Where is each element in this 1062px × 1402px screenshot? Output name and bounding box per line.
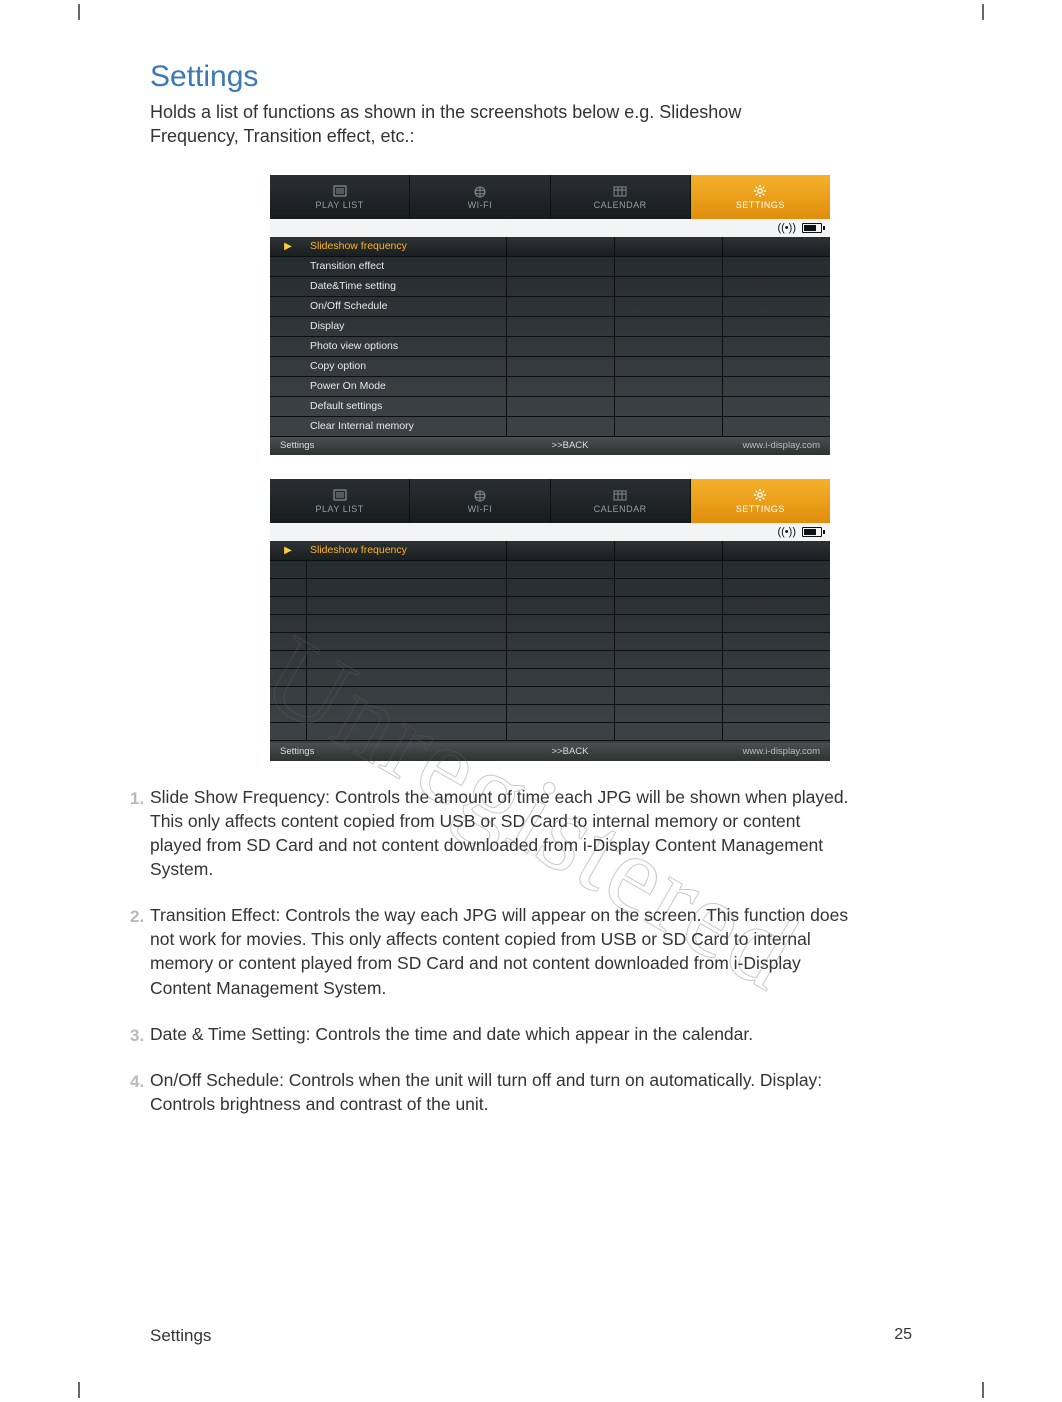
settings-list: ▶Slideshow frequency▶Transition effect▶D… <box>270 237 830 437</box>
tab-label: WI-FI <box>468 504 493 514</box>
settings-row[interactable]: ▶Power On Mode <box>270 377 830 397</box>
footer-url: www.i-display.com <box>680 746 820 757</box>
settings-row-label: Display <box>306 320 506 332</box>
settings-row[interactable]: ▶Display <box>270 317 830 337</box>
settings-screenshot-2: PLAY LIST WI-FI CALENDAR SETTINGS ((•)) … <box>270 479 830 761</box>
settings-row[interactable]: ▶Date&Time setting <box>270 277 830 297</box>
page-footer: Settings 25 <box>150 1326 912 1346</box>
wifi-signal-icon: ((•)) <box>777 222 796 234</box>
page-number: 25 <box>894 1326 912 1346</box>
settings-row[interactable]: ▶Photo view options <box>270 337 830 357</box>
tab-label: WI-FI <box>468 200 493 210</box>
wifi-signal-icon: ((•)) <box>777 526 796 538</box>
tab-label: CALENDAR <box>594 504 647 514</box>
tab-wifi[interactable]: WI-FI <box>410 479 550 523</box>
settings-row-label: Date&Time setting <box>306 280 506 292</box>
description-list: Slide Show Frequency: Controls the amoun… <box>150 785 850 1117</box>
settings-row[interactable]: ▶Copy option <box>270 357 830 377</box>
footer-left: Settings <box>280 440 460 451</box>
tab-bar: PLAY LIST WI-FI CALENDAR SETTINGS <box>270 175 830 219</box>
tab-settings[interactable]: SETTINGS <box>691 175 830 219</box>
back-button[interactable]: >>BACK <box>460 746 680 757</box>
empty-grid <box>270 561 830 743</box>
footer-section-name: Settings <box>150 1326 211 1346</box>
settings-row[interactable]: ▶On/Off Schedule <box>270 297 830 317</box>
status-bar: ((•)) <box>270 219 830 237</box>
description-item: On/Off Schedule: Controls when the unit … <box>150 1068 850 1116</box>
settings-row-label: Transition effect <box>306 260 506 272</box>
battery-icon <box>802 527 822 537</box>
page-intro: Holds a list of functions as shown in th… <box>150 100 830 149</box>
description-item: Transition Effect: Controls the way each… <box>150 903 850 1000</box>
page-title: Settings <box>150 60 972 94</box>
wifi-icon <box>472 184 488 198</box>
status-bar: ((•)) <box>270 523 830 541</box>
playlist-icon <box>332 184 348 198</box>
selection-arrow-icon: ▶ <box>270 241 306 252</box>
settings-screenshot-1: PLAY LIST WI-FI CALENDAR SETTINGS ((•)) … <box>270 175 830 455</box>
tab-label: CALENDAR <box>594 200 647 210</box>
tab-calendar[interactable]: CALENDAR <box>551 479 691 523</box>
tab-wifi[interactable]: WI-FI <box>410 175 550 219</box>
settings-row[interactable]: ▶Clear Internal memory <box>270 417 830 437</box>
gear-icon <box>752 488 768 502</box>
tab-label: PLAY LIST <box>316 504 364 514</box>
tab-playlist[interactable]: PLAY LIST <box>270 479 410 523</box>
settings-row-label: Slideshow frequency <box>306 240 506 252</box>
tab-label: PLAY LIST <box>316 200 364 210</box>
settings-row-label: On/Off Schedule <box>306 300 506 312</box>
footer-left: Settings <box>280 746 460 757</box>
screen-footer: Settings >>BACK www.i-display.com <box>270 743 830 761</box>
settings-row-label: Photo view options <box>306 340 506 352</box>
description-item: Date & Time Setting: Controls the time a… <box>150 1022 850 1046</box>
settings-row[interactable]: ▶Slideshow frequency <box>270 541 830 561</box>
tab-label: SETTINGS <box>736 200 785 210</box>
document-page: Settings Holds a list of functions as sh… <box>0 0 1062 1402</box>
back-button[interactable]: >>BACK <box>460 440 680 451</box>
settings-row-label: Power On Mode <box>306 380 506 392</box>
settings-row-label: Slideshow frequency <box>306 544 506 556</box>
gear-icon <box>752 184 768 198</box>
screen-footer: Settings >>BACK www.i-display.com <box>270 437 830 455</box>
battery-icon <box>802 223 822 233</box>
playlist-icon <box>332 488 348 502</box>
calendar-icon <box>612 184 628 198</box>
footer-url: www.i-display.com <box>680 440 820 451</box>
tab-label: SETTINGS <box>736 504 785 514</box>
settings-row[interactable]: ▶Transition effect <box>270 257 830 277</box>
settings-list-expanded: ▶Slideshow frequency <box>270 541 830 743</box>
settings-row-label: Default settings <box>306 400 506 412</box>
selection-arrow-icon: ▶ <box>270 545 306 556</box>
settings-row[interactable]: ▶Slideshow frequency <box>270 237 830 257</box>
tab-calendar[interactable]: CALENDAR <box>551 175 691 219</box>
tab-settings[interactable]: SETTINGS <box>691 479 830 523</box>
tab-bar: PLAY LIST WI-FI CALENDAR SETTINGS <box>270 479 830 523</box>
settings-row-label: Copy option <box>306 360 506 372</box>
wifi-icon <box>472 488 488 502</box>
settings-row[interactable]: ▶Default settings <box>270 397 830 417</box>
calendar-icon <box>612 488 628 502</box>
description-item: Slide Show Frequency: Controls the amoun… <box>150 785 850 882</box>
settings-row-label: Clear Internal memory <box>306 420 506 432</box>
tab-playlist[interactable]: PLAY LIST <box>270 175 410 219</box>
